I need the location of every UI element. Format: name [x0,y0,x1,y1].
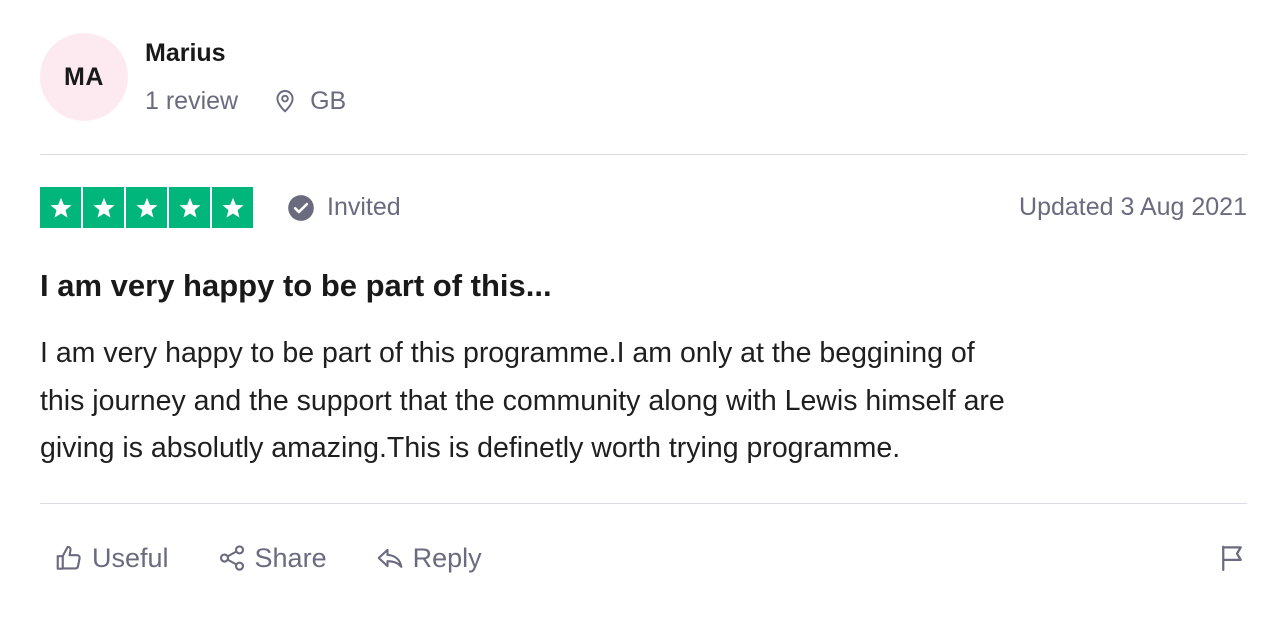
review-body-line: I am very happy to be part of this progr… [40,337,975,369]
star [83,187,124,228]
reply-button[interactable]: Reply [375,543,482,574]
location-pin-icon [276,90,294,113]
invited-badge[interactable]: Invited [287,193,401,222]
review-count: 1 review [145,87,239,115]
review-card: MA Marius 1 review GB Invited Updated 3 … [40,0,1247,620]
share-label: Share [254,542,327,573]
rating-row: Invited Updated 3 Aug 2021 [40,187,1247,228]
report-button[interactable] [1217,543,1247,573]
location-code: GB [310,87,347,115]
invited-label: Invited [327,193,401,221]
review-body: I am very happy to be part of this progr… [40,330,1240,473]
reply-icon [377,548,402,568]
star [169,187,210,228]
star-icon [49,197,72,218]
consumer-name[interactable]: Marius [145,38,346,68]
star [212,187,253,228]
review-title[interactable]: I am very happy to be part of this... [40,266,552,306]
review-body-line: giving is absolutly amazing.This is defi… [40,432,901,464]
consumer-location: GB [272,86,346,116]
reply-label: Reply [412,542,482,573]
avatar-initials: MA [64,62,104,91]
consumer-meta: 1 review GB [145,86,346,116]
header-divider [40,154,1247,155]
star-icon [178,197,201,218]
consumer-info: Marius 1 review GB [145,38,346,116]
footer-divider [40,503,1247,504]
review-date: Updated 3 Aug 2021 [1019,193,1247,221]
share-button[interactable]: Share [217,543,327,574]
star-icon [92,197,115,218]
useful-label: Useful [92,542,169,573]
star-icon [221,197,244,218]
consumer-header: MA Marius 1 review GB [40,33,346,121]
star [40,187,81,228]
thumbs-up-icon [56,545,81,570]
review-actions: Useful Share Reply [54,538,1247,578]
review-body-line: this journey and the support that the co… [40,384,1005,417]
star-rating [40,187,253,228]
avatar[interactable]: MA [40,33,128,121]
flag-icon [1222,545,1242,571]
useful-button[interactable]: Useful [54,543,169,574]
share-icon [219,545,244,571]
star [126,187,167,228]
verified-check-icon [288,194,314,221]
star-icon [135,197,158,218]
